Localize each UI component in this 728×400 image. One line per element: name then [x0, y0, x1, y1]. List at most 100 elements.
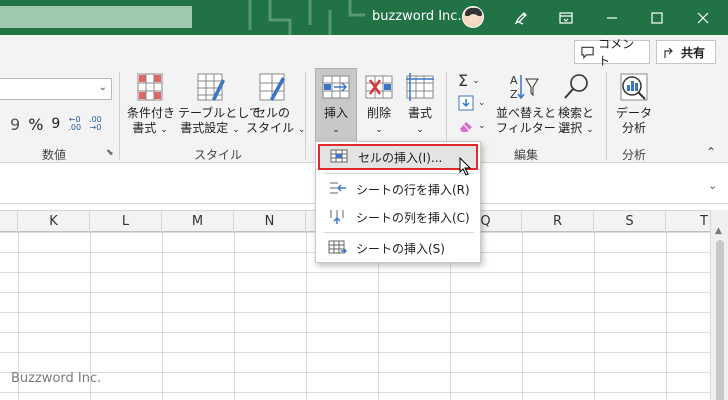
menu-separator [324, 173, 474, 174]
close-icon [697, 12, 709, 23]
share-icon [664, 47, 673, 58]
collapse-ribbon-icon[interactable]: ⌃ [706, 145, 716, 159]
grid-line [666, 232, 667, 400]
cell-style-button[interactable]: セルの スタイル ⌄ [246, 71, 305, 138]
cell-style-label-2: スタイル [246, 121, 295, 135]
close-button[interactable] [680, 0, 726, 35]
maximize-button[interactable] [634, 0, 680, 35]
fill-down-icon [458, 95, 474, 111]
menu-item-insert-cells[interactable]: セルの挿入(I)... [318, 144, 478, 170]
fill-button[interactable]: ⌄ [458, 95, 486, 111]
title-bar: buzzword Inc. [0, 0, 728, 35]
column-header-partial[interactable] [0, 211, 18, 233]
grid-line [522, 232, 523, 400]
data-analysis-label-1: データ [615, 106, 652, 120]
sort-filter-button[interactable]: AZ 並べ替えと フィルター ⌄ [496, 71, 567, 138]
format-as-table-label-1: テーブルとして [178, 106, 261, 120]
comment-label: コメント [598, 37, 635, 68]
search-box[interactable] [0, 6, 192, 28]
format-label: 書式 [407, 106, 432, 120]
maximize-icon [651, 11, 663, 24]
format-button[interactable]: 書式 ⌄ [403, 71, 437, 138]
ribbon-display-button[interactable] [543, 0, 589, 35]
menu-item-label: シートの挿入(S) [356, 241, 445, 256]
scroll-up-icon[interactable]: ▲ [715, 226, 722, 236]
edit-group-label: 編集 [514, 148, 539, 162]
expand-formula-bar-icon[interactable]: ⌄ [708, 179, 717, 192]
increase-decimal-button[interactable]: ←0.00 [68, 116, 81, 132]
data-analysis-icon [618, 71, 650, 103]
sort-filter-icon: AZ [508, 71, 540, 103]
data-analysis-button[interactable]: データ 分析 [614, 71, 654, 136]
grid-line [594, 232, 595, 400]
share-button[interactable]: 共有 [656, 40, 716, 64]
svg-text:Z: Z [510, 88, 518, 101]
find-select-label-2: 選択 [558, 121, 583, 135]
dialog-launcher-icon[interactable]: ⬊ [106, 148, 114, 158]
pen-button[interactable] [498, 0, 544, 35]
column-header-t[interactable]: T [666, 211, 710, 233]
svg-text:A: A [510, 74, 518, 87]
minimize-button[interactable] [589, 0, 635, 35]
group-divider [305, 72, 306, 160]
conditional-format-icon [134, 71, 166, 103]
chevron-down-icon: ⌄ [332, 125, 340, 135]
style-group-label: スタイル [194, 148, 243, 162]
chevron-down-icon: ⌄ [586, 125, 594, 135]
group-divider [606, 72, 607, 160]
find-select-button[interactable]: 検索と 選択 ⌄ [556, 71, 596, 138]
delete-button[interactable]: 削除 ⌄ [362, 71, 396, 138]
conditional-format-button[interactable]: 条件付き 書式 ⌄ [127, 71, 176, 138]
number-format-select[interactable]: ⌄ [0, 78, 112, 100]
menu-item-label: シートの列を挿入(C) [356, 210, 470, 225]
chevron-down-icon: ⌄ [160, 125, 168, 135]
clear-button[interactable]: ⌄ [458, 119, 486, 133]
sigma-icon: Σ [458, 71, 469, 90]
column-header-s[interactable]: S [594, 211, 666, 233]
insert-sheet-icon [327, 239, 349, 257]
cell-style-icon [256, 71, 288, 103]
format-as-table-icon [194, 71, 226, 103]
conditional-format-label-2: 書式 [132, 121, 157, 135]
chevron-down-icon: ⌄ [478, 121, 486, 131]
decrease-decimal-button[interactable]: .00 →0 [89, 116, 102, 132]
column-header-r[interactable]: R [522, 211, 594, 233]
sort-filter-label-1: 並べ替えと [496, 106, 557, 120]
comma-separator-button[interactable]: 9 [51, 116, 60, 132]
number-group-label: 数値 [42, 148, 67, 162]
ribbon-display-icon [559, 11, 573, 24]
column-header-k[interactable]: K [18, 211, 90, 233]
percent-style-button[interactable]: % [28, 115, 43, 134]
column-header-m[interactable]: M [162, 211, 234, 233]
conditional-format-label-1: 条件付き [127, 106, 176, 120]
chevron-down-icon: ⌄ [232, 125, 240, 135]
comment-button[interactable]: コメント [574, 37, 650, 68]
format-as-table-label-2: 書式設定 [180, 121, 229, 135]
mouse-cursor-icon [459, 157, 472, 176]
column-header-l[interactable]: L [90, 211, 162, 233]
column-header-n[interactable]: N [234, 211, 306, 233]
comma-style-button[interactable]: 9 [10, 115, 20, 134]
avatar[interactable] [462, 6, 484, 28]
find-select-label-1: 検索と [557, 106, 594, 120]
menu-item-insert-row[interactable]: シートの行を挿入(R) [318, 176, 478, 202]
menu-item-label: シートの行を挿入(R) [356, 182, 470, 197]
scrollbar-thumb[interactable] [716, 240, 724, 400]
chevron-down-icon: ⌄ [375, 125, 383, 135]
autosum-button[interactable]: Σ ⌄ [458, 71, 480, 90]
vertical-scrollbar[interactable]: ▲ [710, 210, 728, 400]
chevron-down-icon: ⌄ [98, 82, 107, 93]
menu-item-label: セルの挿入(I)... [358, 150, 443, 165]
insert-column-icon [327, 208, 349, 226]
grid-line [162, 232, 163, 400]
comment-icon [581, 46, 594, 59]
format-cells-icon [404, 71, 436, 103]
account-name[interactable]: buzzword Inc. [372, 9, 462, 24]
insert-button[interactable]: 挿入 ⌄ [317, 71, 355, 138]
menu-item-insert-column[interactable]: シートの列を挿入(C) [318, 204, 478, 230]
chevron-down-icon: ⌄ [416, 125, 424, 135]
delete-label: 削除 [366, 106, 391, 120]
menu-item-insert-sheet[interactable]: シートの挿入(S) [318, 235, 478, 261]
share-label: 共有 [681, 45, 706, 60]
format-as-table-button[interactable]: テーブルとして 書式設定 ⌄ [178, 71, 261, 138]
